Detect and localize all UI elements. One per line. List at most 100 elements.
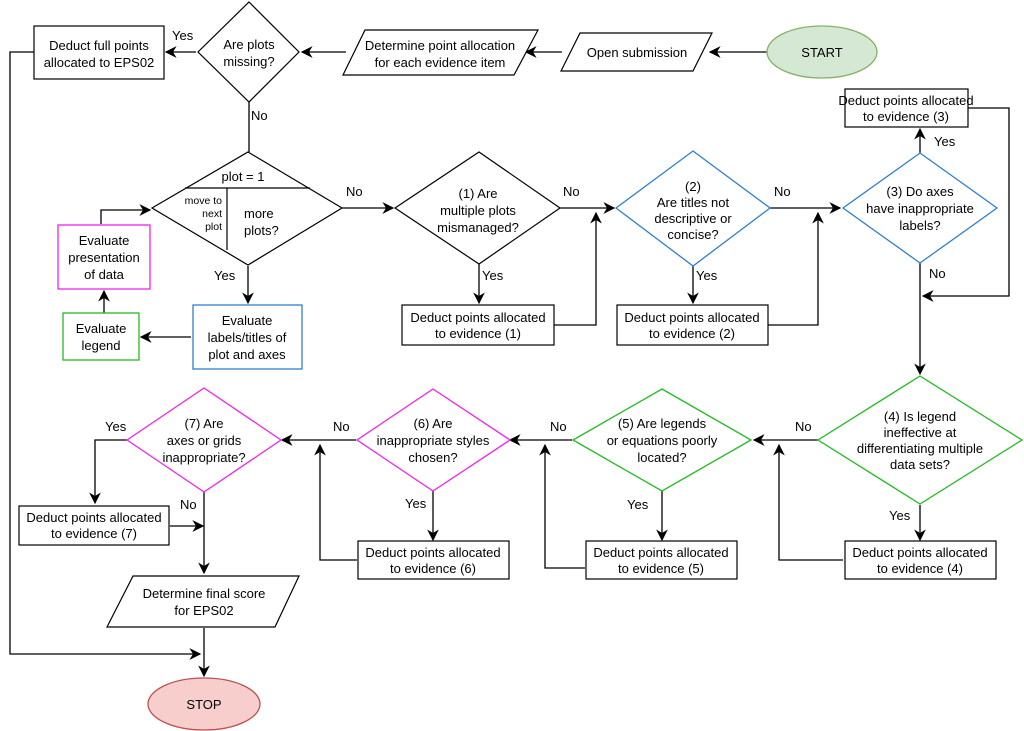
d6-line-2: to evidence (6) bbox=[390, 561, 476, 576]
start-terminal: START bbox=[766, 25, 878, 79]
stop-terminal: STOP bbox=[147, 677, 261, 731]
label-q4-no: No bbox=[795, 419, 812, 434]
evaluate-presentation-line-3: of data bbox=[84, 267, 125, 282]
d1-line-2: to evidence (1) bbox=[435, 326, 521, 341]
evaluate-presentation-box: Evaluate presentation of data bbox=[57, 224, 151, 290]
loop-left-line-1: move to bbox=[185, 195, 223, 207]
label-q6-no: No bbox=[333, 419, 350, 434]
q4-line-3: differentiating multiple bbox=[857, 441, 983, 456]
q1-line-3: mismanaged? bbox=[437, 220, 519, 235]
d2-line-1: Deduct points allocated bbox=[624, 310, 759, 325]
q5-decision: (5) Are legends or equations poorly loca… bbox=[571, 388, 753, 492]
loop-top-text: plot = 1 bbox=[221, 169, 264, 184]
evaluate-presentation-line-2: presentation bbox=[68, 250, 140, 265]
d7-line-1: Deduct points allocated bbox=[26, 510, 161, 525]
determine-allocation-line-2: for each evidence item bbox=[375, 55, 506, 70]
d7-line-2: to evidence (7) bbox=[51, 526, 137, 541]
d4-box: Deduct points allocated to evidence (4) bbox=[844, 540, 997, 580]
q6-line-3: chosen? bbox=[408, 450, 457, 465]
edge-d6-return bbox=[314, 443, 357, 561]
label-q3-no: No bbox=[929, 266, 946, 281]
label-loop-no: No bbox=[346, 184, 363, 199]
q2-line-2: Are titles not bbox=[657, 195, 730, 210]
d1-box: Deduct points allocated to evidence (1) bbox=[401, 304, 555, 346]
q7-decision: (7) Are axes or grids inappropriate? bbox=[125, 387, 283, 493]
d3-box: Deduct points allocated to evidence (3) bbox=[838, 88, 974, 128]
evaluate-legend-line-1: Evaluate bbox=[76, 321, 127, 336]
final-score-line-1: Determine final score bbox=[143, 586, 266, 601]
edge-q7-yes bbox=[89, 439, 127, 505]
loop-left-line-3: plot bbox=[205, 221, 222, 233]
final-score-step: Determine final score for EPS02 bbox=[106, 575, 300, 628]
q4-decision: (4) Is legend ineffective at differentia… bbox=[816, 375, 1024, 505]
q7-line-3: inappropriate? bbox=[162, 450, 245, 465]
q3-line-3: labels? bbox=[899, 218, 940, 233]
label-q7-no: No bbox=[180, 497, 197, 512]
label-q2-yes: Yes bbox=[696, 268, 718, 283]
q4-line-1: (4) Is legend bbox=[884, 409, 956, 424]
q6-decision: (6) Are inappropriate styles chosen? bbox=[355, 388, 512, 492]
label-q1-yes: Yes bbox=[482, 268, 504, 283]
evaluate-presentation-line-1: Evaluate bbox=[79, 233, 130, 248]
label-plots-missing-no: No bbox=[251, 108, 268, 123]
q6-line-1: (6) Are bbox=[413, 416, 452, 431]
q3-line-2: have inappropriate bbox=[866, 201, 974, 216]
evaluate-labels-line-3: plot and axes bbox=[208, 347, 286, 362]
d1-line-1: Deduct points allocated bbox=[410, 310, 545, 325]
determine-allocation-line-1: Determine point allocation bbox=[365, 38, 515, 53]
q6-line-2: inappropriate styles bbox=[377, 433, 490, 448]
deduct-full-line-1: Deduct full points bbox=[49, 38, 149, 53]
q5-line-1: (5) Are legends bbox=[618, 416, 707, 431]
q2-line-3: descriptive or bbox=[654, 211, 732, 226]
label-q1-no: No bbox=[563, 184, 580, 199]
deduct-full-points-box: Deduct full points allocated to EPS02 bbox=[33, 25, 165, 80]
q5-line-3: located? bbox=[637, 450, 686, 465]
q2-decision: (2) Are titles not descriptive or concis… bbox=[614, 150, 772, 267]
label-q2-no: No bbox=[774, 184, 791, 199]
d5-box: Deduct points allocated to evidence (5) bbox=[585, 540, 738, 580]
label-loop-yes: Yes bbox=[214, 268, 236, 283]
d6-line-1: Deduct points allocated bbox=[365, 545, 500, 560]
deduct-full-line-2: allocated to EPS02 bbox=[44, 55, 155, 70]
d4-line-1: Deduct points allocated bbox=[852, 545, 987, 560]
label-q7-yes: Yes bbox=[105, 419, 127, 434]
loop-left-line-2: next bbox=[202, 208, 222, 220]
q5-line-2: or equations poorly bbox=[607, 433, 718, 448]
label-q5-no: No bbox=[550, 419, 567, 434]
q4-line-4: data sets? bbox=[890, 457, 950, 472]
flowchart: Yes No No Yes No Yes No Yes Yes No No Ye… bbox=[9, 1, 1024, 731]
q7-line-2: axes or grids bbox=[167, 433, 242, 448]
label-q3-yes: Yes bbox=[934, 134, 956, 149]
edge-d1-return bbox=[554, 211, 602, 326]
edge-presentation-to-loop bbox=[100, 204, 152, 224]
q2-line-4: concise? bbox=[667, 227, 718, 242]
start-text: START bbox=[801, 45, 842, 60]
q1-line-2: multiple plots bbox=[440, 203, 516, 218]
evaluate-labels-line-2: labels/titles of bbox=[208, 330, 287, 345]
d5-line-2: to evidence (5) bbox=[618, 561, 704, 576]
label-q6-yes: Yes bbox=[405, 496, 427, 511]
final-score-line-2: for EPS02 bbox=[174, 603, 233, 618]
evaluate-labels-line-1: Evaluate bbox=[222, 313, 273, 328]
q3-line-1: (3) Do axes bbox=[886, 184, 954, 199]
determine-allocation-step: Determine point allocation for each evid… bbox=[342, 29, 539, 76]
plots-missing-line-2: missing? bbox=[223, 54, 274, 69]
q4-line-2: ineffective at bbox=[884, 425, 957, 440]
d6-box: Deduct points allocated to evidence (6) bbox=[357, 540, 510, 580]
d3-line-1: Deduct points allocated bbox=[838, 93, 973, 108]
plot-loop-decision: plot = 1 move to next plot more plots? bbox=[150, 151, 344, 266]
edge-d4-return bbox=[773, 443, 843, 561]
evaluate-legend-line-2: legend bbox=[81, 338, 120, 353]
stop-text: STOP bbox=[186, 697, 221, 712]
label-plots-missing-yes: Yes bbox=[172, 28, 194, 43]
d2-line-2: to evidence (2) bbox=[649, 326, 735, 341]
evaluate-legend-box: Evaluate legend bbox=[62, 312, 140, 361]
q7-line-1: (7) Are bbox=[184, 416, 223, 431]
label-q4-yes: Yes bbox=[889, 508, 911, 523]
q3-decision: (3) Do axes have inappropriate labels? bbox=[841, 152, 999, 264]
open-submission-text: Open submission bbox=[587, 45, 687, 60]
edge-d5-return bbox=[539, 443, 585, 569]
plots-missing-line-1: Are plots bbox=[223, 37, 275, 52]
loop-right-line-2: plots? bbox=[244, 223, 279, 238]
evaluate-labels-box: Evaluate labels/titles of plot and axes bbox=[192, 304, 303, 370]
